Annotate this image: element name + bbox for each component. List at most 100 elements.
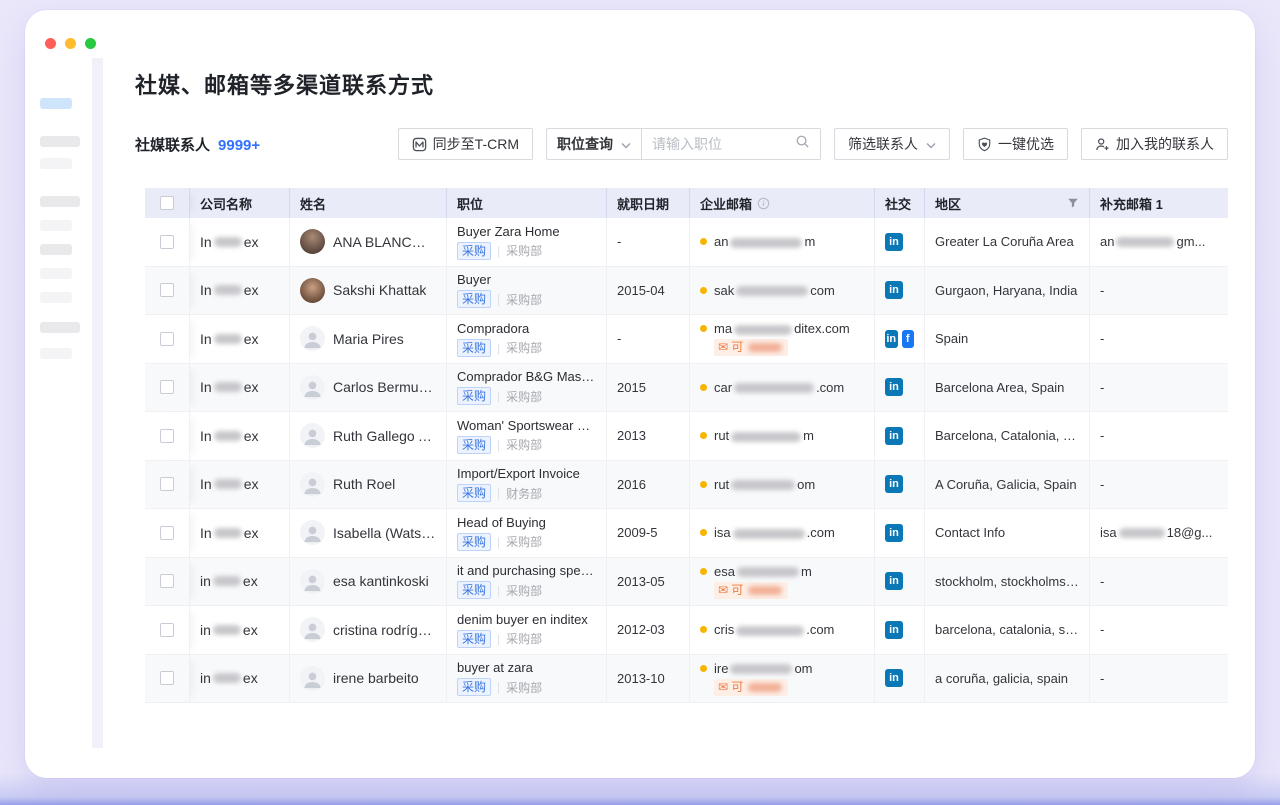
contact-name: Sakshi Khattak [333, 282, 426, 298]
row-checkbox[interactable] [160, 332, 174, 346]
role-tag: 采购 [457, 387, 491, 405]
position-cell: Woman' Sportswear Bu... 采购|采购部 [447, 412, 607, 460]
company-cell: Inex [190, 267, 290, 315]
hire-date-cell: 2013-05 [607, 558, 690, 606]
row-checkbox[interactable] [160, 574, 174, 588]
region-cell: Barcelona Area, Spain [925, 364, 1090, 412]
facebook-icon[interactable]: f [902, 330, 915, 348]
redacted-text [214, 528, 242, 538]
one-click-optimize-button[interactable]: 一键优选 [963, 128, 1068, 160]
email-text: maditex.com [714, 321, 850, 336]
name-cell: Sakshi Khattak [290, 267, 447, 315]
social-cell: in [875, 655, 925, 703]
avatar [300, 423, 325, 448]
row-checkbox[interactable] [160, 477, 174, 491]
row-checkbox[interactable] [160, 429, 174, 443]
header-company: 公司名称 [190, 188, 290, 218]
avatar [300, 666, 325, 691]
row-checkbox[interactable] [160, 283, 174, 297]
department-label: 采购部 [506, 436, 542, 453]
close-window-button[interactable] [45, 38, 56, 49]
company-cell: inex [190, 655, 290, 703]
redacted-text [731, 480, 795, 490]
linkedin-icon[interactable]: in [885, 669, 903, 687]
sidebar-item-active[interactable] [40, 98, 72, 109]
linkedin-icon[interactable]: in [885, 233, 903, 251]
social-cell: in [875, 412, 925, 460]
sidebar-item[interactable] [40, 268, 72, 279]
name-cell: cristina rodríguez [290, 606, 447, 654]
linkedin-icon[interactable]: in [885, 427, 903, 445]
position-query-dropdown[interactable]: 职位查询 [547, 134, 641, 154]
sync-to-crm-label: 同步至T-CRM [433, 134, 519, 154]
linkedin-icon[interactable]: in [885, 524, 903, 542]
company-email-cell: maditex.com✉ 可 [690, 315, 875, 363]
browser-window: 社媒、邮箱等多渠道联系方式 社媒联系人 9999+ 同步至T-CRM 职位查询 [25, 10, 1255, 778]
name-cell: irene barbeito [290, 655, 447, 703]
social-cell: in [875, 461, 925, 509]
hire-date-cell: 2015-04 [607, 267, 690, 315]
search-icon[interactable] [795, 134, 810, 154]
sidebar-item[interactable] [40, 196, 80, 207]
region-cell: Greater La Coruña Area [925, 218, 1090, 266]
zoom-window-button[interactable] [85, 38, 96, 49]
hire-date-cell: 2012-03 [607, 606, 690, 654]
company-email-cell: esam✉ 可 [690, 558, 875, 606]
sidebar-item[interactable] [40, 322, 80, 333]
redacted-text [214, 382, 242, 392]
position-search-input[interactable] [652, 136, 789, 152]
position-title: Import/Export Invoice [457, 466, 596, 481]
linkedin-icon[interactable]: in [885, 330, 898, 348]
email-text: car.com [714, 380, 844, 395]
filter-funnel-icon[interactable] [1067, 197, 1079, 209]
row-checkbox[interactable] [160, 380, 174, 394]
minimize-window-button[interactable] [65, 38, 76, 49]
add-to-my-contacts-button[interactable]: 加入我的联系人 [1081, 128, 1228, 160]
sidebar-item[interactable] [40, 158, 72, 169]
company-cell: Inex [190, 218, 290, 266]
company-email-cell: rutm [690, 412, 875, 460]
email-status-dot [700, 432, 707, 439]
row-checkbox[interactable] [160, 671, 174, 685]
contact-name: ANA BLANCO REY [333, 234, 436, 250]
sync-to-crm-button[interactable]: 同步至T-CRM [398, 128, 533, 160]
redacted-text [734, 383, 814, 393]
linkedin-icon[interactable]: in [885, 281, 903, 299]
chevron-down-icon [621, 136, 631, 152]
department-label: 采购部 [506, 291, 542, 308]
name-cell: Isabella (Watson) L... [290, 509, 447, 557]
position-title: Woman' Sportswear Bu... [457, 418, 596, 433]
name-cell: Ruth Roel [290, 461, 447, 509]
row-checkbox[interactable] [160, 526, 174, 540]
department-label: 采购部 [506, 242, 542, 259]
info-icon[interactable] [757, 197, 770, 210]
sidebar-item[interactable] [40, 292, 72, 303]
linkedin-icon[interactable]: in [885, 475, 903, 493]
row-checkbox[interactable] [160, 623, 174, 637]
linkedin-icon[interactable]: in [885, 378, 903, 396]
table-row: Inex Ruth Gallego Agulló Woman' Sportswe… [145, 412, 1228, 461]
sidebar-item[interactable] [40, 244, 72, 255]
redacted-text [1119, 528, 1165, 538]
extra-email-cell: isa18@g... [1090, 509, 1228, 557]
row-select-cell [145, 509, 190, 557]
region-cell: A Coruña, Galicia, Spain [925, 461, 1090, 509]
sidebar-item[interactable] [40, 136, 80, 147]
redacted-text [731, 432, 801, 442]
filter-contacts-button[interactable]: 筛选联系人 [834, 128, 950, 160]
sidebar-item[interactable] [40, 220, 72, 231]
linkedin-icon[interactable]: in [885, 572, 903, 590]
contact-name: Ruth Roel [333, 476, 395, 492]
extra-email-cell: - [1090, 655, 1228, 703]
position-title: Buyer Zara Home [457, 224, 596, 239]
email-status-dot [700, 384, 707, 391]
linkedin-icon[interactable]: in [885, 621, 903, 639]
row-checkbox[interactable] [160, 235, 174, 249]
select-all-checkbox[interactable] [160, 196, 174, 210]
header-extra-email: 补充邮箱 1 [1090, 188, 1228, 218]
table-row: inex irene barbeito buyer at zara 采购|采购部… [145, 655, 1228, 704]
contacts-label: 社媒联系人 [135, 134, 210, 155]
email-text: isa.com [714, 525, 835, 540]
contacts-count: 9999+ [218, 137, 260, 154]
sidebar-item[interactable] [40, 348, 72, 359]
